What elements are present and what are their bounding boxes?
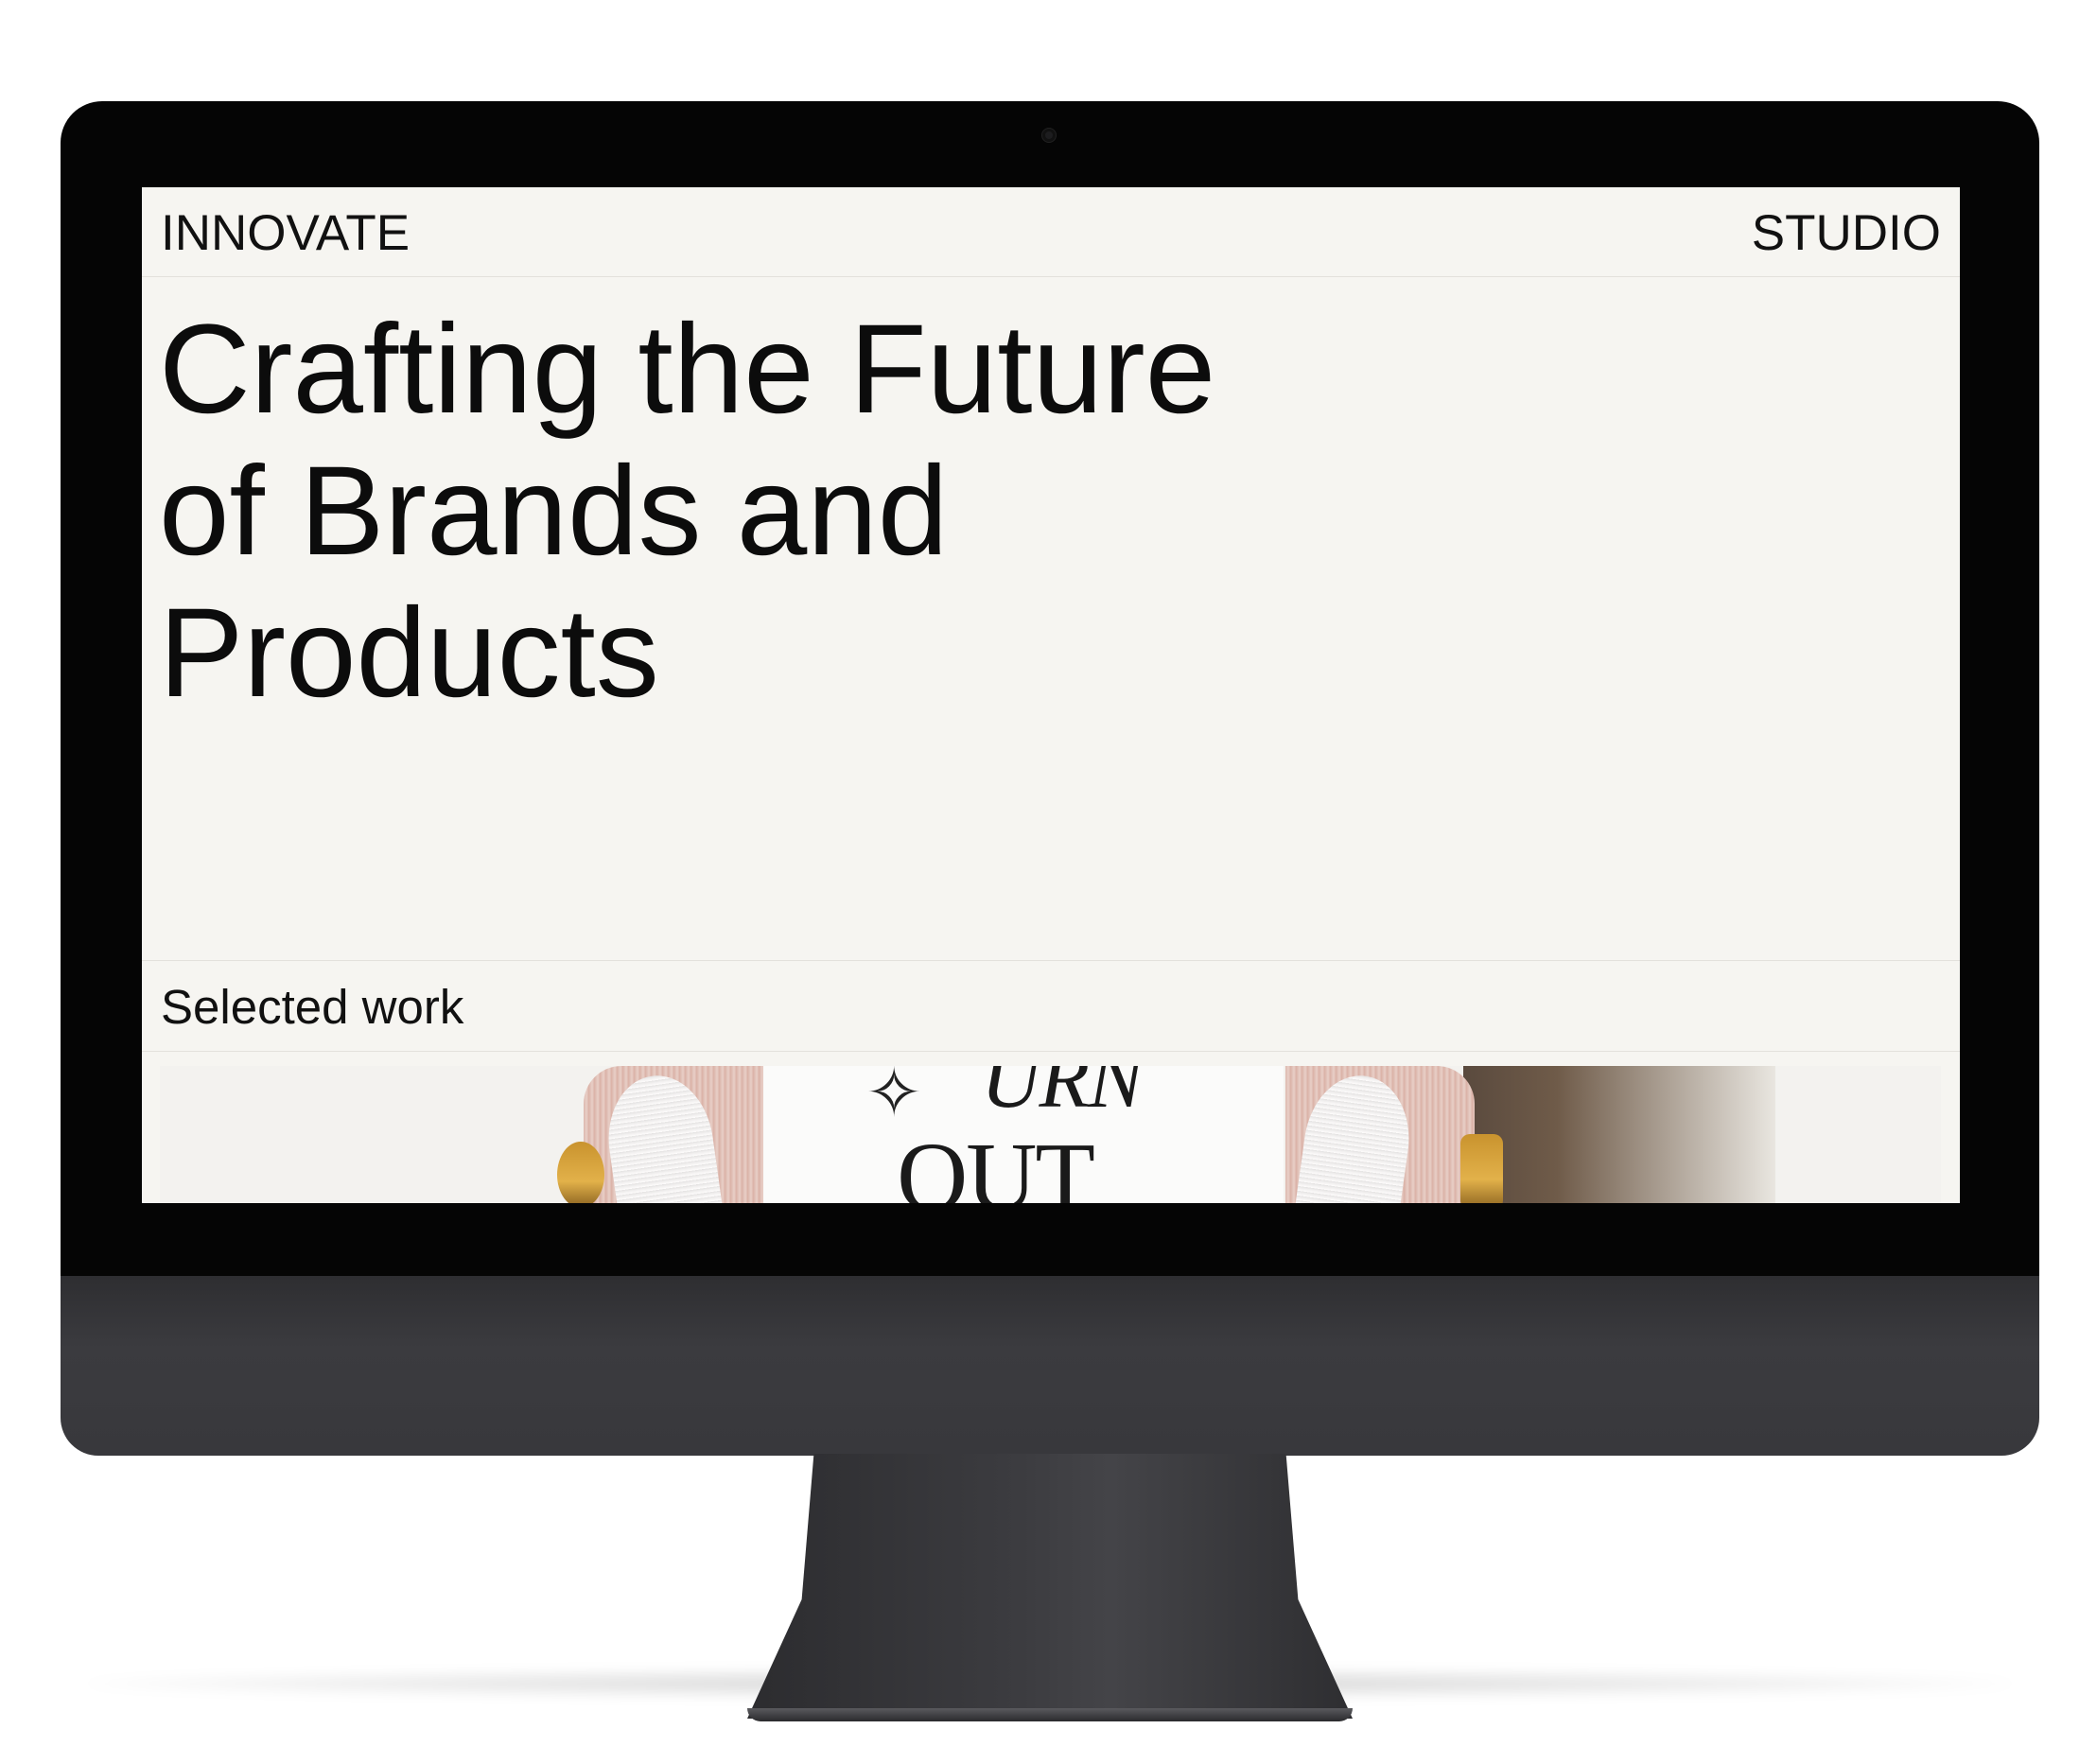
logo-innovate[interactable]: INNOVATE: [161, 208, 410, 259]
webcam-icon: [1042, 129, 1056, 142]
hero-title: Crafting the Future of Brands and Produc…: [159, 299, 1389, 725]
monitor-chin: [61, 1276, 2039, 1456]
image-bag-right: [1460, 1134, 1503, 1203]
featured-work-image[interactable]: ✧ URN OUT: [160, 1066, 1941, 1203]
card-text-top: URN: [981, 1066, 1144, 1126]
selected-work-header: Selected work: [142, 960, 1960, 1052]
image-shadow: [1463, 1066, 1775, 1203]
hero-title-line: Products: [159, 583, 659, 724]
hero-title-line: Crafting the Future: [159, 299, 1216, 440]
monitor-stand: [747, 1454, 1353, 1719]
monitor-stand-foot: [747, 1708, 1353, 1721]
hero-title-line: of Brands and: [159, 441, 949, 582]
image-bag-left: [557, 1142, 604, 1203]
site-header: INNOVATE STUDIO: [142, 187, 1960, 277]
card-text-bottom: OUT: [897, 1123, 1095, 1203]
section-title: Selected work: [161, 980, 464, 1034]
image-card: ✧ URN OUT: [763, 1066, 1284, 1203]
nav-studio-link[interactable]: STUDIO: [1752, 208, 1941, 259]
website-screen: INNOVATE STUDIO Crafting the Future of B…: [142, 187, 1960, 1203]
